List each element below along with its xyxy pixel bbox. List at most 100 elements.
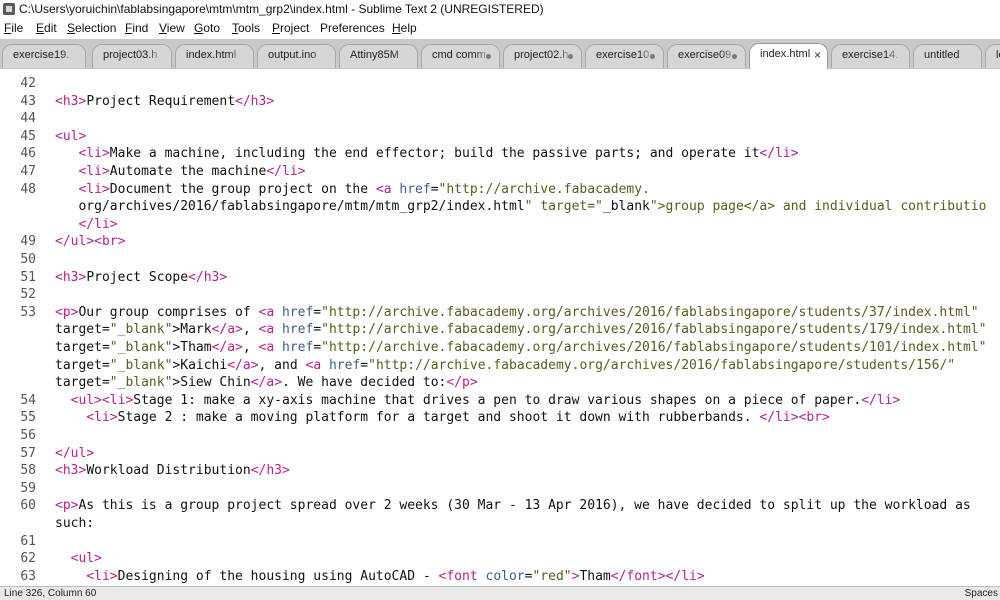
tab-fade <box>61 45 85 68</box>
code-line[interactable]: 45 <ul> <box>0 128 1000 146</box>
code-line[interactable]: 61 <box>0 533 1000 551</box>
code-line[interactable]: 63 <li>Designing of the housing using Au… <box>0 568 1000 586</box>
code-text[interactable]: <li>Stage 2 : make a moving platform for… <box>55 409 830 427</box>
line-number: 63 <box>20 568 36 584</box>
tab-fade <box>393 45 417 68</box>
code-text[interactable]: </li> <box>55 216 117 234</box>
code-text[interactable]: </ul> <box>55 445 94 463</box>
menu-tools[interactable]: Tools <box>232 21 260 35</box>
tab-attiny85m[interactable]: Attiny85M <box>339 44 418 68</box>
code-line[interactable]: 51 <h3>Project Scope</h3> <box>0 269 1000 287</box>
tab-exercise19[interactable]: exercise19. <box>2 44 86 68</box>
tab-index-html[interactable]: index.html × <box>749 43 828 69</box>
code-editor[interactable]: 42 43 <h3>Project Requirement</h3> 44 45 <ul>… <box>0 69 1000 586</box>
code-text[interactable]: <li>Automate the machine</li> <box>55 163 305 181</box>
code-text[interactable]: <ul><li>Stage 1: make a xy-axis machine … <box>55 392 901 410</box>
line-number: 60 <box>20 498 36 514</box>
code-text[interactable]: <h3>Workload Distribution</h3> <box>55 462 290 480</box>
code-text[interactable]: target="_blank">Siew Chin</a>. We have d… <box>55 374 478 392</box>
code-line[interactable]: 47 <li>Automate the machine</li> <box>0 163 1000 181</box>
code-line[interactable]: 62 <ul> <box>0 550 1000 568</box>
tab-exercise09[interactable]: exercise09. <box>667 44 746 68</box>
code-text[interactable]: target="_blank">Tham</a>, <a href="http:… <box>55 339 986 357</box>
unsaved-dot-icon[interactable] <box>732 54 737 59</box>
unsaved-dot-icon[interactable] <box>568 54 573 59</box>
tab-project02-h[interactable]: project02.h <box>503 44 582 68</box>
code-line[interactable]: 50 <box>0 251 1000 269</box>
line-number: 62 <box>20 551 36 567</box>
code-text[interactable]: <ul> <box>55 128 86 146</box>
tab-exercise14[interactable]: exercise14. <box>831 44 910 68</box>
menu-project[interactable]: Project <box>272 21 309 35</box>
tab-cmd-comm[interactable]: cmd comm <box>421 44 500 68</box>
code-text[interactable]: <li>Designing of the housing using AutoC… <box>55 568 704 586</box>
code-line[interactable]: 57 </ul> <box>0 445 1000 463</box>
menu-goto[interactable]: Goto <box>194 21 220 35</box>
line-number: 57 <box>20 445 36 461</box>
code-text[interactable]: such: <box>55 515 94 533</box>
code-text[interactable]: target="_blank">Kaichi</a>, and <a href=… <box>55 357 955 375</box>
tab-untitled[interactable]: untitled <box>913 44 982 68</box>
tab-label: Attiny85M <box>350 49 399 61</box>
line-number: 47 <box>20 164 36 179</box>
code-text[interactable]: <h3>Project Scope</h3> <box>55 269 227 287</box>
menu-help[interactable]: Help <box>392 21 417 35</box>
code-line[interactable]: org/archives/2016/fablabsingapore/mtm/mt… <box>0 198 1000 216</box>
code-text[interactable]: <p>As this is a group project spread ove… <box>55 497 971 515</box>
code-line[interactable]: 48 <li>Document the group project on the… <box>0 181 1000 199</box>
menu-selection[interactable]: Selection <box>67 21 116 35</box>
code-line[interactable]: 60 <p>As this is a group project spread o… <box>0 497 1000 515</box>
code-line[interactable]: target="_blank">Siew Chin</a>. We have d… <box>0 374 1000 392</box>
code-line[interactable]: target="_blank">Mark</a>, <a href="http:… <box>0 321 1000 339</box>
code-line[interactable]: target="_blank">Tham</a>, <a href="http:… <box>0 339 1000 357</box>
line-number: 42 <box>20 76 36 91</box>
code-line[interactable]: target="_blank">Kaichi</a>, and <a href=… <box>0 357 1000 375</box>
code-text[interactable]: <h3>Project Requirement</h3> <box>55 93 274 111</box>
menu-preferences[interactable]: Preferences <box>320 21 385 35</box>
tab-fade <box>147 45 171 68</box>
menu-file[interactable]: File <box>4 21 23 35</box>
indentation-setting[interactable]: Spaces <box>965 587 998 600</box>
menu-edit[interactable]: Edit <box>36 21 57 35</box>
code-line[interactable]: 59 <box>0 480 1000 498</box>
tab-index-html[interactable]: index.html <box>175 44 254 68</box>
unsaved-dot-icon[interactable] <box>650 54 655 59</box>
tab-label: untitled <box>924 49 960 61</box>
close-icon[interactable]: × <box>814 48 821 62</box>
code-line[interactable]: 42 <box>0 75 1000 93</box>
code-text[interactable]: <p>Our group comprises of <a href="http:… <box>55 304 979 322</box>
cursor-position: Line 326, Column 60 <box>4 588 97 599</box>
code-line[interactable]: 58 <h3>Workload Distribution</h3> <box>0 462 1000 480</box>
code-line[interactable]: </li> <box>0 216 1000 234</box>
tab-project03-h[interactable]: project03.h <box>92 44 172 68</box>
code-line[interactable]: 46 <li>Make a machine, including the end… <box>0 145 1000 163</box>
tab-exercise10[interactable]: exercise10. <box>585 44 664 68</box>
unsaved-dot-icon[interactable] <box>486 54 491 59</box>
code-text[interactable]: org/archives/2016/fablabsingapore/mtm/mt… <box>55 198 986 216</box>
line-number: 44 <box>20 111 36 127</box>
line-number: 54 <box>20 392 36 408</box>
code-line[interactable]: 54 <ul><li>Stage 1: make a xy-axis machi… <box>0 392 1000 410</box>
line-number: 49 <box>20 234 36 250</box>
code-text[interactable]: </ul><br> <box>55 233 125 251</box>
line-number: 55 <box>20 410 36 426</box>
tab-lo[interactable]: lo <box>985 44 1000 68</box>
code-line[interactable]: 44 <box>0 110 1000 128</box>
tab-output-ino[interactable]: output.ino <box>257 44 336 68</box>
code-text[interactable]: <ul> <box>55 550 102 568</box>
code-line[interactable]: 43 <h3>Project Requirement</h3> <box>0 93 1000 111</box>
code-text[interactable]: <li>Make a machine, including the end ef… <box>55 145 798 163</box>
menu-find[interactable]: Find <box>125 21 148 35</box>
code-line[interactable]: such: <box>0 515 1000 533</box>
status-bar: Line 326, Column 60 Spaces <box>0 586 1000 600</box>
menu-view[interactable]: View <box>159 21 185 35</box>
code-line[interactable]: 56 <box>0 427 1000 445</box>
code-line[interactable]: 55 <li>Stage 2 : make a moving platform … <box>0 409 1000 427</box>
tab-fade <box>311 45 335 68</box>
code-line[interactable]: 52 <box>0 286 1000 304</box>
code-line[interactable]: 49 </ul><br> <box>0 233 1000 251</box>
code-text[interactable]: target="_blank">Mark</a>, <a href="http:… <box>55 321 986 339</box>
line-number: 58 <box>20 463 36 479</box>
code-line[interactable]: 53 <p>Our group comprises of <a href="htt… <box>0 304 1000 322</box>
code-text[interactable]: <li>Document the group project on the <a… <box>55 181 649 199</box>
